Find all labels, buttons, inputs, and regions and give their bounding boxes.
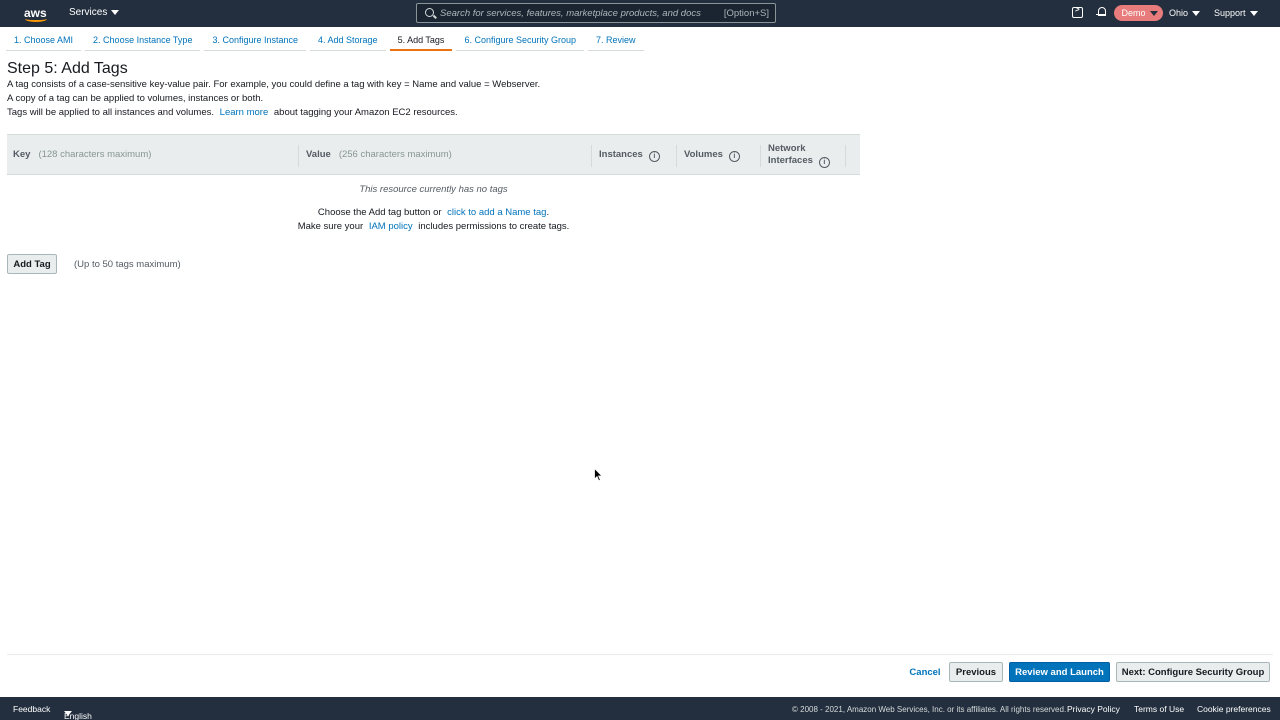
caret-down-icon	[1192, 10, 1201, 16]
search-shortcut: [Option+S]	[723, 8, 769, 19]
search-input[interactable]	[440, 6, 720, 20]
tags-table-header: Key (128 characters maximum) Value (256 ch…	[7, 134, 860, 175]
description-text: about tagging your Amazon EC2 resources.	[273, 107, 458, 118]
instruction-text: Choose the Add tag button or	[317, 207, 442, 218]
privacy-policy-link[interactable]: Privacy Policy	[1067, 704, 1120, 714]
account-menu[interactable]: Demo	[1114, 5, 1163, 21]
volumes-column-header: Volumes i	[684, 149, 740, 162]
add-name-tag-link[interactable]: click to add a Name tag	[447, 207, 546, 218]
review-and-launch-button[interactable]: Review and Launch	[1009, 662, 1110, 682]
column-divider	[845, 145, 846, 167]
add-tag-button[interactable]: Add Tag	[7, 254, 57, 274]
info-icon[interactable]: i	[648, 151, 660, 162]
services-menu[interactable]: Services	[69, 7, 120, 18]
cancel-button[interactable]: Cancel	[903, 662, 947, 682]
add-tag-limit-hint: (Up to 50 tags maximum)	[74, 259, 181, 270]
description-text: Tags will be applied to all instances an…	[7, 107, 215, 118]
learn-more-link[interactable]: Learn more	[220, 107, 269, 118]
volumes-header-label: Volumes	[684, 149, 723, 160]
terms-of-use-link[interactable]: Terms of Use	[1134, 704, 1184, 714]
wizard-steps: 1. Choose AMI 2. Choose Instance Type 3.…	[6, 33, 648, 51]
services-label: Services	[69, 7, 108, 18]
tab-add-tags[interactable]: 5. Add Tags	[389, 33, 453, 51]
column-divider	[760, 145, 761, 167]
instances-header-label: Instances	[599, 149, 643, 160]
caret-down-icon	[111, 10, 120, 15]
account-label: Demo	[1121, 8, 1146, 18]
copyright-text: © 2008 - 2021, Amazon Web Services, Inc.…	[792, 705, 1067, 714]
top-navigation: aws Services [Option+S] Demo Ohio Suppor…	[0, 0, 1280, 27]
tab-choose-ami[interactable]: 1. Choose AMI	[6, 33, 82, 51]
page-title: Step 5: Add Tags	[7, 60, 128, 77]
info-icon[interactable]: i	[728, 151, 740, 162]
network-header-line-2: Interfaces	[768, 155, 813, 166]
tab-choose-instance-type[interactable]: 2. Choose Instance Type	[85, 33, 201, 51]
bell-icon[interactable]	[1096, 7, 1107, 18]
region-label: Ohio	[1169, 8, 1189, 18]
permission-instruction: Make sure your IAM policy includes permi…	[7, 221, 860, 232]
value-header-label: Value	[306, 149, 331, 160]
network-interfaces-column-header: Network Interfaces i	[768, 143, 830, 168]
caret-down-icon	[64, 711, 72, 716]
description-line-3: Tags will be applied to all instances an…	[7, 107, 458, 118]
instruction-text: includes permissions to create tags.	[418, 221, 570, 232]
aws-smile-icon	[25, 16, 47, 22]
previous-button[interactable]: Previous	[949, 662, 1003, 682]
column-divider	[298, 145, 299, 167]
column-divider	[591, 145, 592, 167]
cookie-preferences-link[interactable]: Cookie preferences	[1197, 704, 1271, 714]
column-divider	[676, 145, 677, 167]
instruction-text: .	[546, 207, 550, 218]
empty-message: This resource currently has no tags	[359, 184, 508, 195]
caret-down-icon	[1149, 10, 1158, 16]
add-tag-instruction: Choose the Add tag button or click to ad…	[7, 207, 860, 218]
footer: Feedback English (US) © 2008 - 2021, Ama…	[0, 697, 1280, 720]
value-column-header: Value (256 characters maximum)	[306, 149, 452, 160]
value-hint: (256 characters maximum)	[338, 149, 452, 160]
description-line-2: A copy of a tag can be applied to volume…	[7, 93, 264, 104]
caret-down-icon	[1249, 10, 1258, 16]
region-menu[interactable]: Ohio	[1169, 8, 1201, 18]
tab-configure-security-group[interactable]: 6. Configure Security Group	[456, 33, 584, 51]
key-column-header: Key (128 characters maximum)	[13, 149, 151, 160]
iam-policy-link[interactable]: IAM policy	[369, 221, 413, 232]
support-label: Support	[1214, 8, 1246, 18]
network-header-line-1: Network	[768, 143, 806, 154]
tab-review[interactable]: 7. Review	[588, 33, 644, 51]
instruction-text: Make sure your	[297, 221, 364, 232]
aws-logo[interactable]: aws	[24, 4, 48, 24]
feedback-link[interactable]: Feedback	[13, 704, 50, 714]
key-header-label: Key	[13, 149, 31, 160]
description-line-1: A tag consists of a case-sensitive key-v…	[7, 79, 541, 90]
search-box[interactable]: [Option+S]	[416, 3, 776, 23]
search-icon	[425, 8, 434, 17]
tab-add-storage[interactable]: 4. Add Storage	[310, 33, 386, 51]
cloudshell-icon[interactable]	[1072, 5, 1083, 18]
next-configure-security-group-button[interactable]: Next: Configure Security Group	[1116, 662, 1270, 682]
instances-column-header: Instances i	[599, 149, 660, 162]
support-menu[interactable]: Support	[1214, 8, 1258, 18]
info-icon[interactable]: i	[818, 157, 830, 168]
key-hint: (128 characters maximum)	[38, 149, 152, 160]
tab-configure-instance[interactable]: 3. Configure Instance	[204, 33, 307, 51]
divider	[7, 654, 1273, 655]
